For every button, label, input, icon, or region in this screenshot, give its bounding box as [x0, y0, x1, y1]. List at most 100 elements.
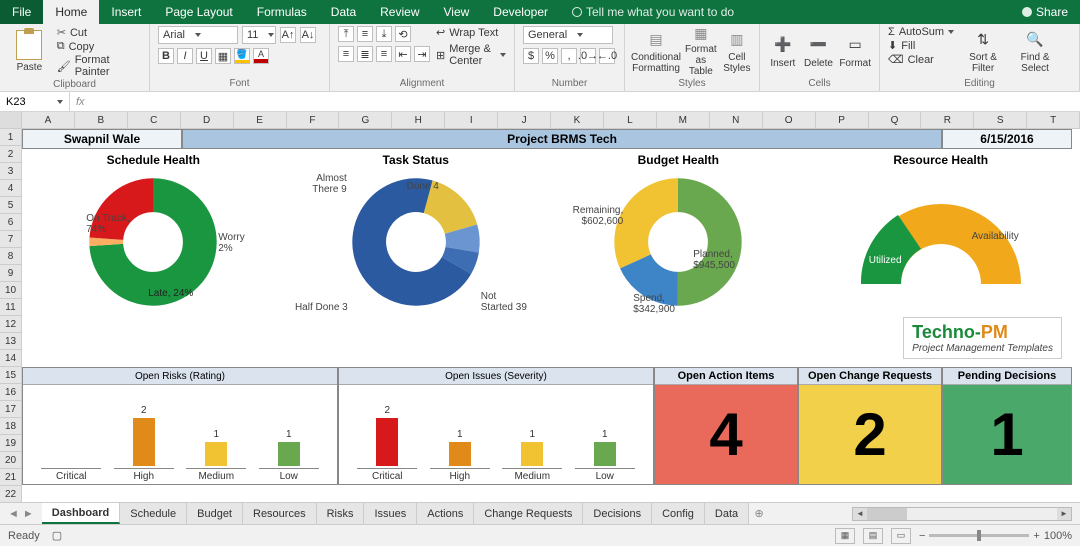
indent-inc-button[interactable]: ⇥	[414, 46, 430, 62]
macro-record-icon[interactable]: ▢	[52, 529, 62, 542]
sheet-tab-bar: ◄► Dashboard Schedule Budget Resources R…	[0, 502, 1080, 524]
sheet-nav-prev[interactable]: ◄	[8, 508, 19, 520]
align-middle-button[interactable]: ≡	[357, 26, 373, 42]
sheet-nav-next[interactable]: ►	[23, 508, 34, 520]
tab-page-layout[interactable]: Page Layout	[153, 0, 244, 24]
share-button[interactable]: Share	[1010, 0, 1080, 24]
clear-button[interactable]: ⌫Clear	[888, 53, 954, 66]
font-size-select[interactable]: 11	[242, 26, 276, 44]
name-box[interactable]: K23	[0, 92, 70, 111]
worksheet-grid: 12345678910111213141516171819202122 ABCD…	[0, 112, 1080, 502]
date-cell: 6/15/2016	[942, 129, 1072, 149]
format-as-table-button[interactable]: ▦Format as Table	[685, 26, 717, 76]
font-name-select[interactable]: Arial	[158, 26, 238, 44]
comma-button[interactable]: ,	[561, 48, 577, 64]
align-left-button[interactable]: ≡	[338, 46, 354, 62]
page-break-view-button[interactable]: ▭	[891, 528, 911, 544]
zoom-in-button[interactable]: +	[1033, 530, 1039, 542]
sheet-tab-issues[interactable]: Issues	[364, 503, 417, 524]
zoom-slider[interactable]	[929, 534, 1029, 537]
sheet-tab-decisions[interactable]: Decisions	[583, 503, 652, 524]
format-cells-button[interactable]: ▭Format	[839, 26, 871, 76]
underline-button[interactable]: U	[196, 48, 212, 64]
align-top-button[interactable]: ⤒	[338, 26, 354, 42]
number-format-select[interactable]: General	[523, 26, 613, 44]
zoom-level[interactable]: 100%	[1044, 530, 1072, 542]
formula-input[interactable]	[91, 92, 1080, 111]
indent-dec-button[interactable]: ⇤	[395, 46, 411, 62]
italic-button[interactable]: I	[177, 48, 193, 64]
page-layout-view-button[interactable]: ▤	[863, 528, 883, 544]
chevron-down-icon	[57, 100, 63, 104]
wrap-text-button[interactable]: ↩Wrap Text	[436, 26, 506, 39]
add-sheet-button[interactable]: ⊕	[749, 507, 769, 520]
dashboard-title-row: Swapnil Wale Project BRMS Tech 6/15/2016	[22, 129, 1072, 149]
cut-button[interactable]: ✂Cut	[57, 26, 141, 39]
zoom-out-button[interactable]: −	[919, 530, 925, 542]
copy-button[interactable]: ⧉Copy	[57, 40, 141, 53]
borders-button[interactable]: ▦	[215, 48, 231, 64]
eraser-icon: ⌫	[888, 53, 904, 66]
find-select-button[interactable]: 🔍Find & Select	[1012, 26, 1058, 76]
sheet-tab-actions[interactable]: Actions	[417, 503, 474, 524]
fill-color-button[interactable]: 🪣	[234, 48, 250, 64]
tab-insert[interactable]: Insert	[99, 0, 153, 24]
sheet-tab-change-requests[interactable]: Change Requests	[474, 503, 583, 524]
tab-view[interactable]: View	[432, 0, 482, 24]
grow-font-button[interactable]: A↑	[280, 27, 296, 43]
sheet-tab-dashboard[interactable]: Dashboard	[42, 503, 120, 524]
sheet-tab-budget[interactable]: Budget	[187, 503, 243, 524]
normal-view-button[interactable]: ▦	[835, 528, 855, 544]
column-headers[interactable]: ABCDEFGHIJKLMNOPQRST	[22, 112, 1080, 129]
tab-review[interactable]: Review	[368, 0, 431, 24]
sheet-tab-config[interactable]: Config	[652, 503, 705, 524]
tab-file[interactable]: File	[0, 0, 43, 24]
group-label: Clipboard	[8, 78, 141, 92]
tab-home[interactable]: Home	[43, 0, 99, 24]
issues-bar-chart: 2Critical 1High 1Medium 1Low	[339, 385, 653, 484]
align-center-button[interactable]: ≣	[357, 46, 373, 62]
bold-button[interactable]: B	[158, 48, 174, 64]
sheet-tab-data[interactable]: Data	[705, 503, 749, 524]
open-action-items-panel: Open Action Items 4	[654, 367, 798, 485]
group-label: Number	[523, 77, 616, 91]
sheet-tab-resources[interactable]: Resources	[243, 503, 317, 524]
sort-filter-button[interactable]: ⇅Sort & Filter	[960, 26, 1006, 76]
font-color-button[interactable]: A	[253, 48, 269, 64]
tab-formulas[interactable]: Formulas	[245, 0, 319, 24]
inc-decimal-button[interactable]: .0→	[580, 48, 596, 64]
align-right-button[interactable]: ≡	[376, 46, 392, 62]
task-status-chart: Task Status Almost There 9 Done 4 Half D…	[285, 149, 548, 367]
insert-cells-button[interactable]: ➕Insert	[768, 26, 798, 76]
row-headers[interactable]: 12345678910111213141516171819202122	[0, 112, 22, 502]
cell-styles-button[interactable]: ▥Cell Styles	[723, 26, 751, 76]
delete-cells-button[interactable]: ➖Delete	[804, 26, 834, 76]
fill-icon: ⬇	[888, 39, 897, 52]
open-risks-panel: Open Risks (Rating) Critical 2High 1Medi…	[22, 367, 338, 485]
dec-decimal-button[interactable]: ←.0	[599, 48, 615, 64]
horizontal-scrollbar[interactable]: ◄►	[852, 507, 1072, 521]
resource-health-chart: Resource Health Availability Utilized Te…	[810, 149, 1073, 367]
shrink-font-button[interactable]: A↓	[300, 27, 316, 43]
align-bottom-button[interactable]: ⤓	[376, 26, 392, 42]
paste-button[interactable]: Paste	[8, 26, 51, 76]
percent-button[interactable]: %	[542, 48, 558, 64]
sheet-tab-schedule[interactable]: Schedule	[120, 503, 187, 524]
open-issues-panel: Open Issues (Severity) 2Critical 1High 1…	[338, 367, 654, 485]
orientation-button[interactable]: ⟲	[395, 26, 411, 42]
tab-developer[interactable]: Developer	[481, 0, 560, 24]
autosum-button[interactable]: ΣAutoSum	[888, 26, 954, 38]
conditional-formatting-button[interactable]: ▤Conditional Formatting	[633, 26, 679, 76]
tell-me[interactable]: Tell me what you want to do	[560, 0, 746, 24]
chevron-down-icon	[500, 53, 506, 57]
sheet-tab-risks[interactable]: Risks	[317, 503, 365, 524]
fill-button[interactable]: ⬇Fill	[888, 39, 954, 52]
tab-data[interactable]: Data	[319, 0, 368, 24]
fx-button[interactable]: fx	[70, 96, 91, 108]
schedule-health-chart: Schedule Health On Track, 74% Worry 2% L…	[22, 149, 285, 367]
group-label: Cells	[768, 77, 871, 91]
format-painter-button[interactable]: 🖌Format Painter	[57, 54, 141, 78]
merge-center-button[interactable]: ⊞Merge & Center	[436, 43, 506, 67]
currency-button[interactable]: $	[523, 48, 539, 64]
project-title-cell: Project BRMS Tech	[182, 129, 942, 149]
